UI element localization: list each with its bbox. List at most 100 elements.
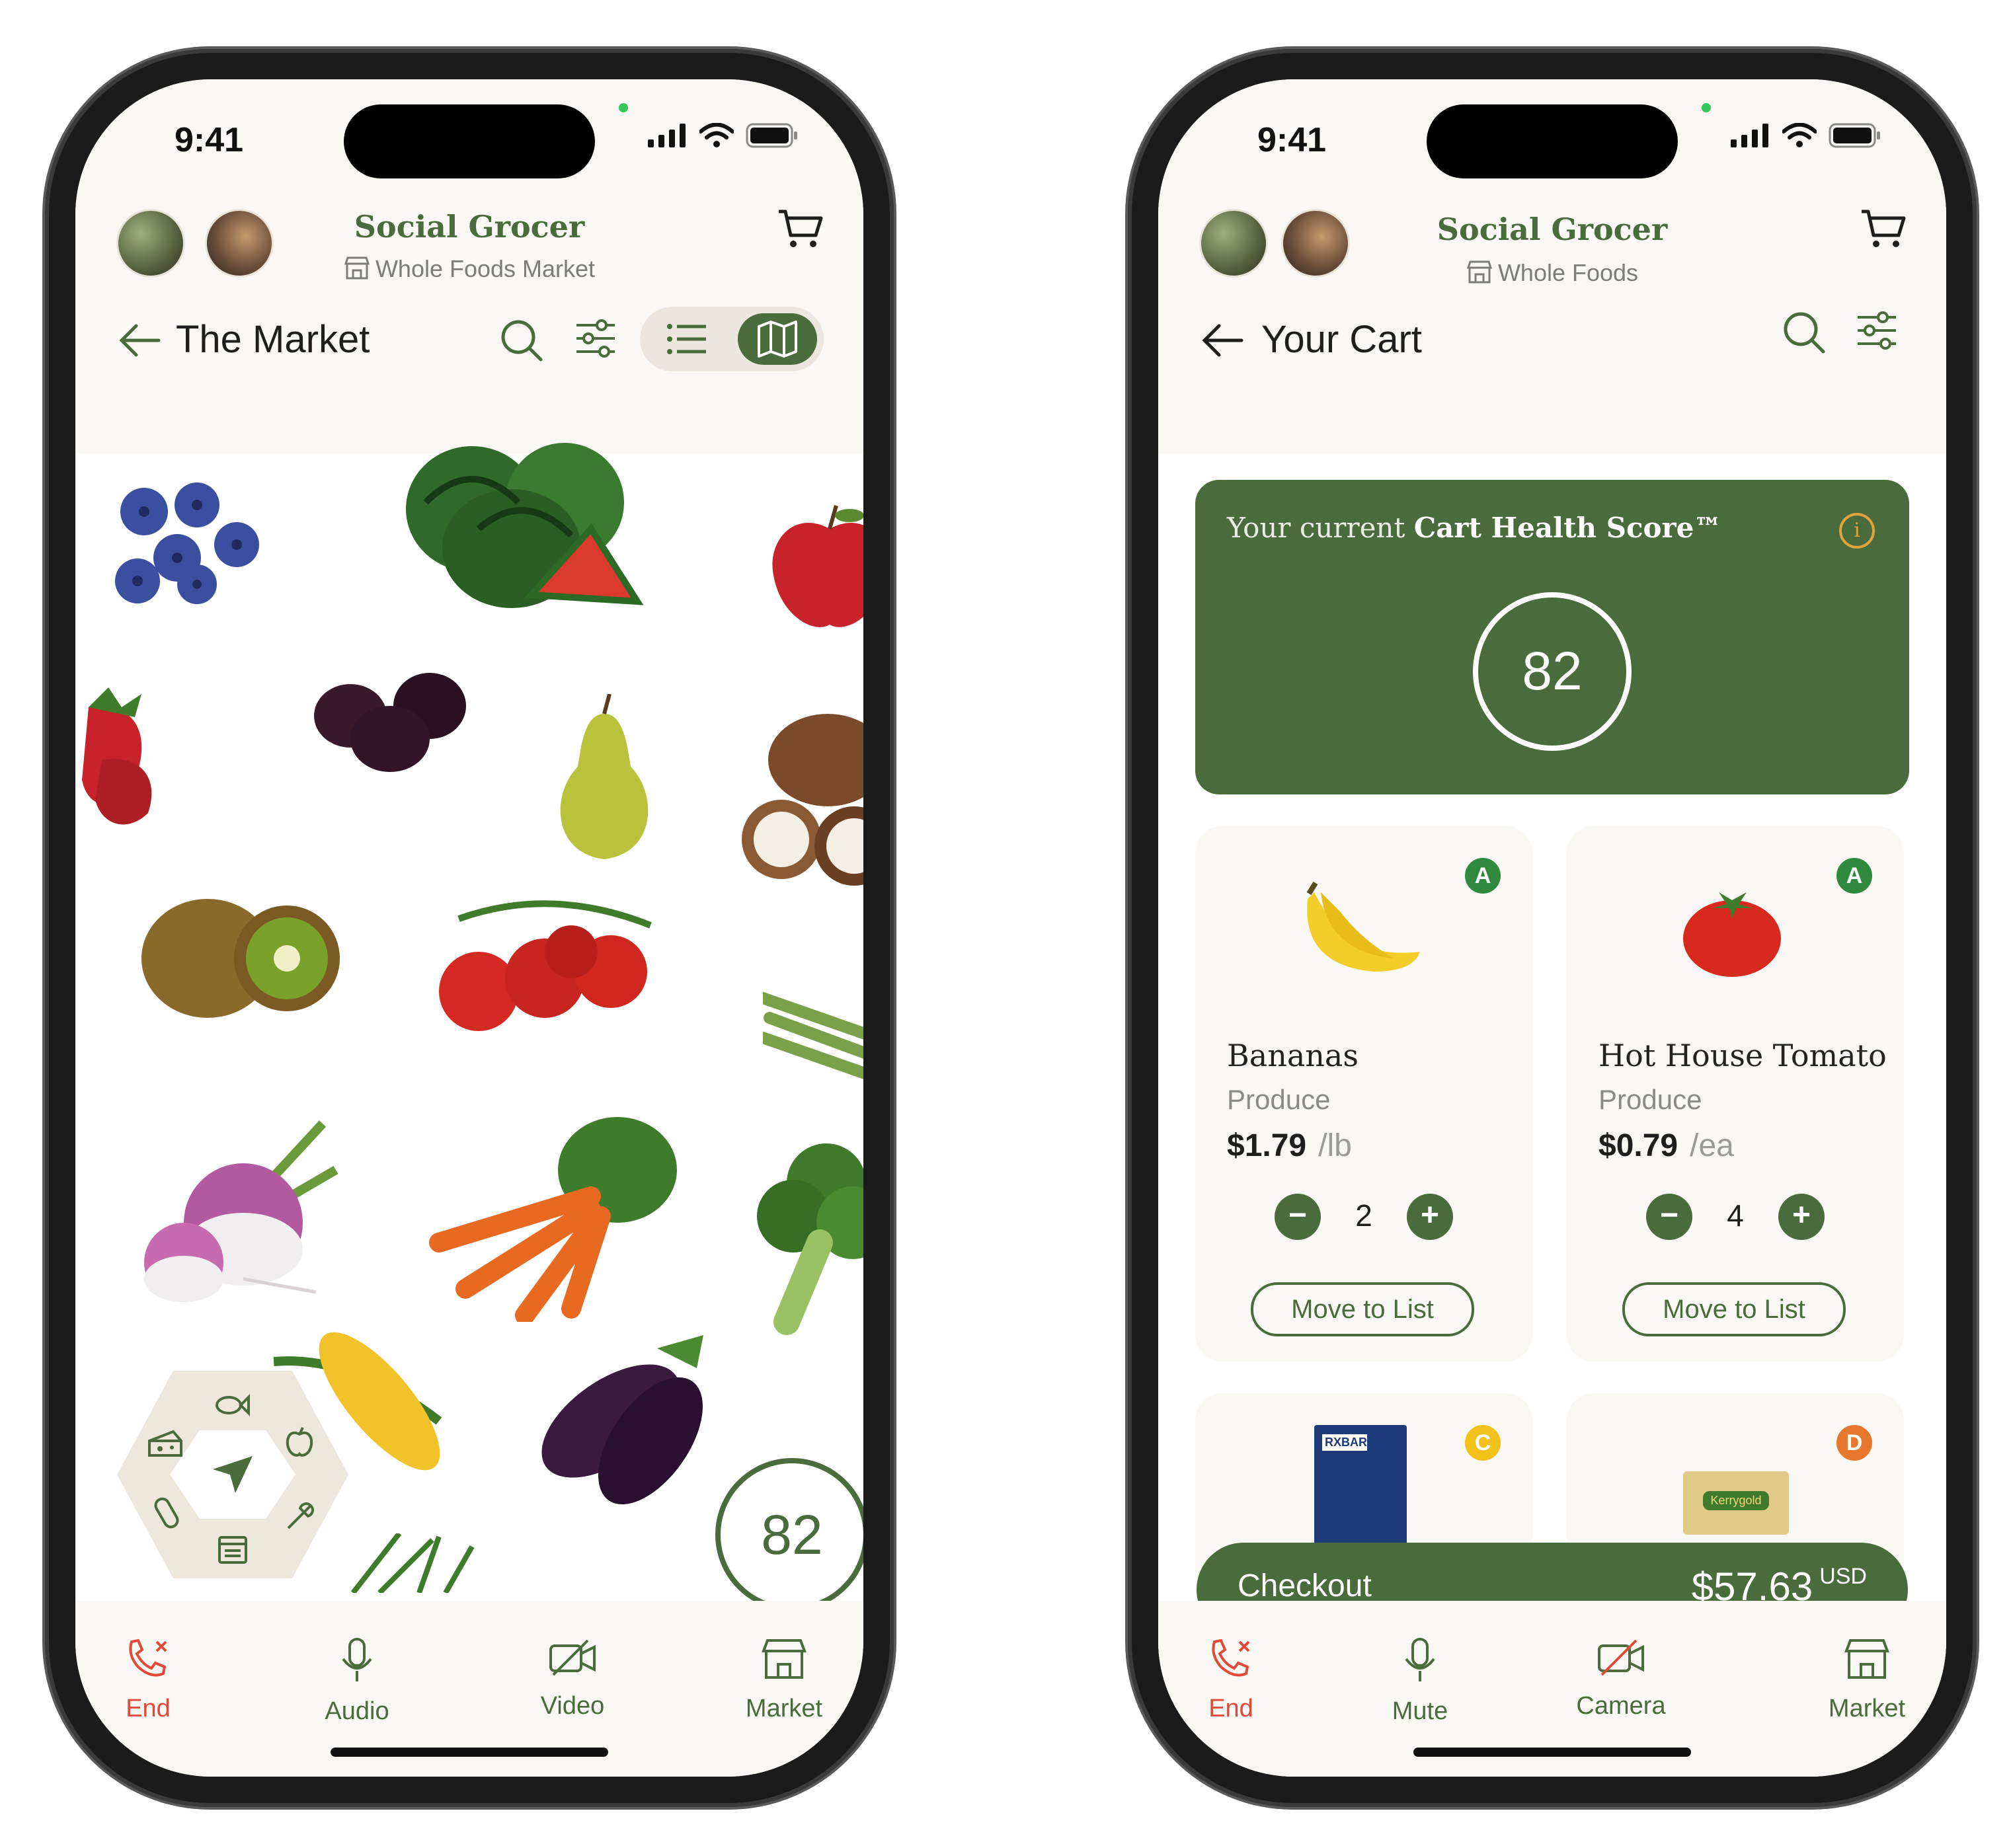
tab-end-call[interactable]: End xyxy=(82,1638,214,1723)
status-icons xyxy=(1731,123,1881,148)
tab-mute[interactable]: Mute xyxy=(1354,1638,1486,1726)
info-icon[interactable]: i xyxy=(1839,513,1875,549)
navigate-arrow-icon[interactable] xyxy=(212,1455,254,1494)
grade-badge: D xyxy=(1836,1425,1872,1461)
health-score-heading: Your current Cart Health Score™ xyxy=(1227,512,1721,544)
view-toggle xyxy=(640,307,824,371)
turnip-image[interactable] xyxy=(85,1110,349,1309)
cheese-icon[interactable] xyxy=(147,1429,184,1458)
health-score-value: 82 xyxy=(1473,592,1632,751)
rxbar-image: RXBAR xyxy=(1314,1425,1407,1551)
price-value: $1.79 xyxy=(1227,1128,1307,1163)
dynamic-island xyxy=(1427,104,1678,178)
cart-item-card: A Bananas Produce $1.79/lb − 2 + Move to… xyxy=(1195,826,1532,1362)
cart-icon[interactable] xyxy=(1860,209,1907,253)
quantity-value: 4 xyxy=(1727,1198,1744,1233)
back-arrow-icon[interactable] xyxy=(118,324,161,360)
grade-badge: A xyxy=(1836,858,1872,894)
status-time: 9:41 xyxy=(1257,121,1327,159)
filter-sliders-icon[interactable] xyxy=(1856,311,1897,354)
eggplant-image[interactable] xyxy=(532,1328,730,1520)
coconut-image[interactable] xyxy=(742,707,863,892)
baguette-icon[interactable] xyxy=(151,1496,182,1529)
chives-image[interactable] xyxy=(340,1533,538,1593)
quantity-stepper: − 2 + xyxy=(1195,1194,1532,1240)
grade-badge: A xyxy=(1465,858,1501,894)
battery-icon xyxy=(746,123,797,148)
health-score-badge[interactable]: 82 xyxy=(715,1458,863,1611)
fish-icon[interactable] xyxy=(213,1392,250,1418)
bread-box-icon[interactable] xyxy=(217,1533,249,1565)
search-icon[interactable] xyxy=(1782,311,1826,358)
tab-label-video: Video xyxy=(540,1692,605,1720)
wifi-icon xyxy=(699,123,734,147)
filter-sliders-icon[interactable] xyxy=(575,319,616,362)
right-phone: 9:41 Social Grocer Whole Foods Your Cart xyxy=(1128,49,1977,1807)
cart-icon[interactable] xyxy=(777,209,824,253)
store-label: Whole Foods xyxy=(1497,259,1639,286)
tab-label-market: Market xyxy=(745,1695,823,1722)
increase-button[interactable]: + xyxy=(1407,1194,1453,1240)
search-icon[interactable] xyxy=(500,319,543,366)
tomatoes-vine-image[interactable] xyxy=(432,892,670,1044)
pear-image[interactable] xyxy=(538,694,670,866)
blueberries-image[interactable] xyxy=(104,465,276,611)
microphone-icon xyxy=(342,1638,372,1681)
watermelon-image[interactable] xyxy=(399,430,644,621)
blackberries-image[interactable] xyxy=(311,666,476,779)
item-name: Hot House Tomato xyxy=(1598,1038,1887,1073)
store-icon xyxy=(344,256,370,286)
tab-market[interactable]: Market xyxy=(1801,1638,1933,1723)
tab-camera[interactable]: Camera xyxy=(1555,1638,1687,1720)
market-screen: 9:41 Social Grocer Whole Foods Market Th… xyxy=(75,79,863,1777)
tab-end-call[interactable]: End xyxy=(1165,1638,1297,1723)
price-unit: /ea xyxy=(1690,1128,1734,1163)
back-arrow-icon[interactable] xyxy=(1201,324,1244,360)
camera-off-icon xyxy=(1598,1639,1644,1676)
apple-image[interactable] xyxy=(767,502,863,635)
apple-icon[interactable] xyxy=(284,1426,315,1458)
tab-video[interactable]: Video xyxy=(506,1638,639,1720)
store-name: Whole Foods xyxy=(1158,259,1946,289)
broccoli-image[interactable] xyxy=(740,1143,863,1335)
list-view-icon[interactable] xyxy=(666,323,707,359)
left-phone: 9:41 Social Grocer Whole Foods Market Th… xyxy=(45,49,894,1807)
move-to-list-button[interactable]: Move to List xyxy=(1622,1282,1846,1336)
tab-market[interactable]: Market xyxy=(718,1638,850,1723)
increase-button[interactable]: + xyxy=(1778,1194,1825,1240)
kiwi-image[interactable] xyxy=(135,886,346,1031)
tab-label-audio: Audio xyxy=(325,1697,389,1725)
category-hex-menu xyxy=(114,1366,352,1584)
home-indicator xyxy=(331,1748,608,1757)
item-category: Produce xyxy=(1227,1084,1331,1115)
item-name: Bananas xyxy=(1227,1038,1359,1073)
rxbar-label: RXBAR xyxy=(1322,1434,1367,1451)
camera-indicator-icon xyxy=(619,103,628,112)
carrots-image[interactable] xyxy=(426,1110,677,1322)
tab-audio[interactable]: Audio xyxy=(291,1638,423,1726)
store-name: Whole Foods Market xyxy=(75,255,863,286)
store-label: Whole Foods Market xyxy=(375,255,596,282)
item-category: Produce xyxy=(1598,1084,1702,1115)
quantity-stepper: − 4 + xyxy=(1567,1194,1904,1240)
strawberries-image[interactable] xyxy=(75,681,181,826)
wifi-icon xyxy=(1782,123,1817,147)
home-indicator xyxy=(1413,1748,1691,1757)
brand-title: Social Grocer xyxy=(1437,212,1668,247)
status-icons xyxy=(648,123,799,148)
price-unit: /lb xyxy=(1318,1128,1352,1163)
signal-icon xyxy=(648,124,686,147)
cart-item-card: A Hot House Tomato Produce $0.79/ea − 4 … xyxy=(1567,826,1904,1362)
checkout-label: Checkout xyxy=(1238,1568,1372,1603)
map-view-button[interactable] xyxy=(738,313,817,365)
cart-screen: 9:41 Social Grocer Whole Foods Your Cart xyxy=(1158,79,1946,1777)
move-to-list-button[interactable]: Move to List xyxy=(1251,1282,1474,1336)
cart-health-card: Your current Cart Health Score™ i 82 xyxy=(1195,480,1909,794)
asparagus-image[interactable] xyxy=(763,972,863,1104)
brand-title: Social Grocer xyxy=(354,209,585,245)
butter-label: Kerrygold xyxy=(1703,1491,1769,1510)
carrot-icon[interactable] xyxy=(284,1499,317,1532)
end-call-icon xyxy=(1212,1638,1250,1677)
market-store-icon xyxy=(762,1639,807,1679)
page-title: The Market xyxy=(176,318,370,361)
